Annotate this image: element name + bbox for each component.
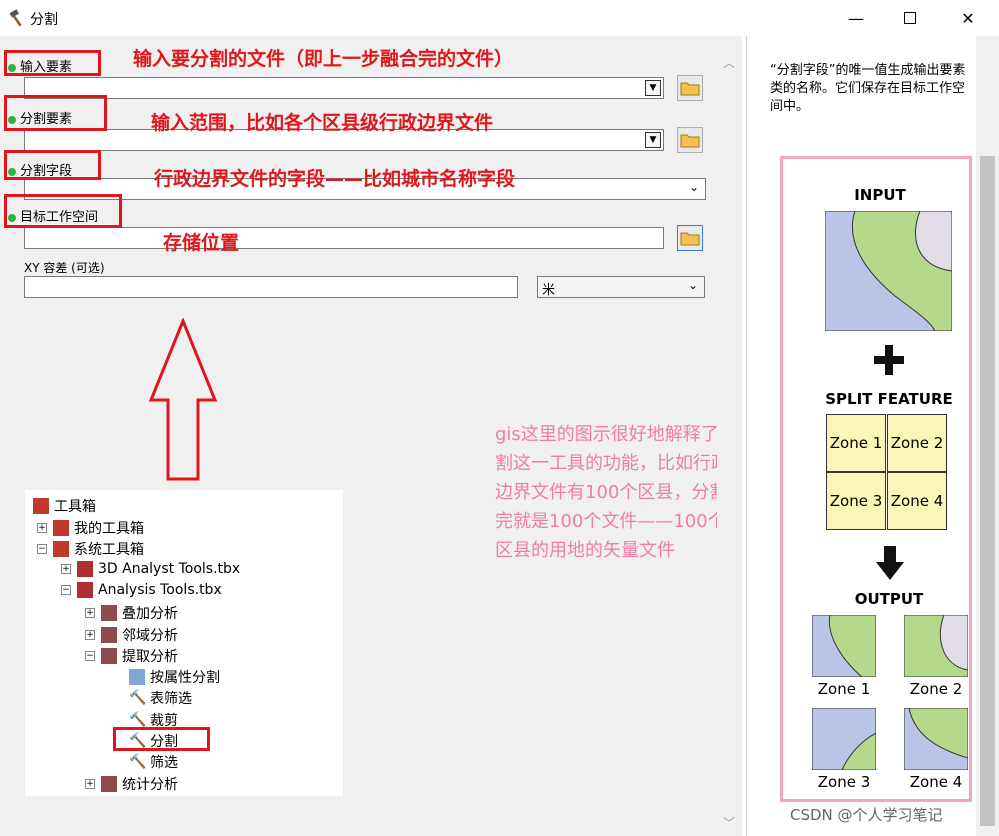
minimize-icon: — — [848, 8, 864, 28]
folder-icon — [680, 134, 700, 148]
tree-overlay[interactable]: + 叠加分析 — [85, 603, 178, 623]
window-title: 分割 — [30, 12, 58, 28]
output-zone-3-label: Zone 3 — [817, 773, 871, 791]
close-icon: ✕ — [961, 8, 975, 28]
zone-4: Zone 4 — [887, 472, 947, 530]
input-caption: INPUT — [854, 186, 906, 204]
tree-extract[interactable]: − 提取分析 — [85, 646, 178, 666]
collapse-icon[interactable]: − — [37, 544, 47, 554]
title-bar: 分割 — ✕ — [0, 0, 999, 36]
minimize-button[interactable]: — — [833, 0, 879, 36]
up-arrow-icon — [148, 318, 218, 481]
hammer-icon: 🔨 — [129, 712, 147, 728]
toolset-icon — [101, 648, 117, 664]
down-arrow-icon — [876, 546, 904, 580]
input-map-image — [825, 211, 952, 331]
collapse-icon[interactable]: − — [85, 651, 95, 661]
expand-icon[interactable]: + — [85, 779, 95, 789]
output-zone-4-image — [904, 708, 968, 770]
annotation-split: 输入范围，比如各个区县级行政边界文件 — [151, 112, 494, 134]
tree-table-select[interactable]: 🔨 表筛选 — [129, 688, 192, 708]
highlight-box — [113, 727, 210, 751]
scroll-thumb[interactable] — [980, 156, 995, 826]
hammer-icon: 🔨 — [129, 690, 147, 706]
output-zone-1-label: Zone 1 — [817, 680, 871, 698]
dropdown-arrow-icon[interactable]: ▼ — [645, 132, 661, 148]
output-caption: OUTPUT — [854, 590, 924, 608]
output-zone-2-image — [904, 615, 968, 677]
expand-icon[interactable]: + — [37, 523, 47, 533]
help-description: “分割字段”的唯一值生成输出要素类的名称。它们保存在目标工作空间中。 — [770, 63, 966, 114]
browse-workspace-button[interactable] — [677, 225, 703, 251]
toolset-icon — [101, 605, 117, 621]
browse-split-button[interactable] — [677, 127, 703, 153]
tree-select[interactable]: 🔨 筛选 — [129, 752, 178, 772]
explanation-note: gis这里的图示很好地解释了分割这一工具的功能，比如行政边界文件有100个区县，… — [495, 424, 737, 561]
tree-analysis-tools[interactable]: − Analysis Tools.tbx — [61, 582, 222, 598]
toolbox-tree: 工具箱 + 我的工具箱 − 系统工具箱 +3D Analyst Tools.tbx … — [25, 490, 343, 796]
tree-proximity[interactable]: + 邻域分析 — [85, 625, 178, 645]
expand-icon[interactable]: + — [85, 608, 95, 618]
split-tool-window: 分割 — ✕ 输入要素 ▼ 分割要素 ▼ 分割字段 ⌄ 目标工作空间 XY 容差… — [0, 0, 999, 836]
scroll-down-icon[interactable]: ﹀ — [723, 814, 735, 831]
browse-input-button[interactable] — [677, 75, 703, 101]
input-features-field[interactable]: ▼ — [24, 77, 664, 99]
output-zone-1-image — [812, 615, 876, 677]
folder-icon — [680, 232, 700, 246]
annotation-field: 行政边界文件的字段——比如城市名称字段 — [154, 168, 516, 190]
highlight-box — [4, 50, 101, 76]
xy-unit-select[interactable]: 米 ⌄ — [537, 276, 705, 298]
zone-3: Zone 3 — [826, 472, 886, 530]
hammer-icon: 🔨 — [129, 754, 147, 770]
toolbox-icon — [33, 498, 49, 514]
zone-1: Zone 1 — [826, 414, 886, 472]
tree-split-by-attributes[interactable]: 按属性分割 — [129, 667, 220, 687]
watermark: CSDN @个人学习笔记 — [790, 806, 943, 824]
xy-tolerance-label: XY 容差 (可选) — [24, 261, 105, 275]
tree-system-toolbox[interactable]: − 系统工具箱 — [37, 539, 144, 559]
output-zone-2-label: Zone 2 — [909, 680, 963, 698]
toolbox-icon — [53, 520, 69, 536]
expand-icon[interactable]: + — [61, 564, 71, 574]
split-feature-caption: SPLIT FEATURE — [825, 390, 953, 408]
highlight-box — [4, 95, 107, 131]
xy-tolerance-field[interactable] — [24, 276, 518, 298]
toolbox-icon — [77, 561, 93, 577]
maximize-button[interactable] — [887, 0, 933, 36]
maximize-icon — [904, 12, 916, 24]
annotation-input: 输入要分割的文件（即上一步融合完的文件） — [133, 48, 514, 70]
tree-my-toolbox[interactable]: + 我的工具箱 — [37, 518, 144, 538]
toolset-icon — [101, 776, 117, 792]
highlight-box — [4, 194, 122, 228]
tree-3d-analyst[interactable]: +3D Analyst Tools.tbx — [61, 561, 240, 577]
annotation-workspace: 存储位置 — [163, 232, 240, 254]
tree-root[interactable]: 工具箱 — [33, 496, 96, 516]
plus-icon — [874, 345, 904, 375]
toolset-icon — [101, 627, 117, 643]
highlight-box — [4, 150, 101, 180]
chevron-down-icon: ⌄ — [688, 180, 699, 194]
folder-icon — [680, 82, 700, 96]
xy-unit-value: 米 — [542, 283, 556, 298]
script-icon — [129, 669, 145, 685]
zone-2: Zone 2 — [887, 414, 947, 472]
chevron-down-icon: ⌄ — [687, 278, 698, 292]
close-button[interactable]: ✕ — [945, 0, 991, 36]
toolbox-icon — [53, 541, 69, 557]
dropdown-arrow-icon[interactable]: ▼ — [645, 80, 661, 96]
scroll-up-icon[interactable]: ︿ — [723, 54, 735, 71]
expand-icon[interactable]: + — [85, 630, 95, 640]
params-scrollbar[interactable]: ︿ ﹀ — [717, 40, 741, 836]
toolbox-icon — [77, 582, 93, 598]
help-scrollbar[interactable] — [976, 36, 999, 836]
tree-statistics[interactable]: + 统计分析 — [85, 774, 178, 794]
hammer-icon — [9, 9, 22, 27]
output-zone-4-label: Zone 4 — [909, 773, 963, 791]
target-workspace-field[interactable] — [24, 227, 664, 249]
output-zone-3-image — [812, 708, 876, 770]
collapse-icon[interactable]: − — [61, 585, 71, 595]
